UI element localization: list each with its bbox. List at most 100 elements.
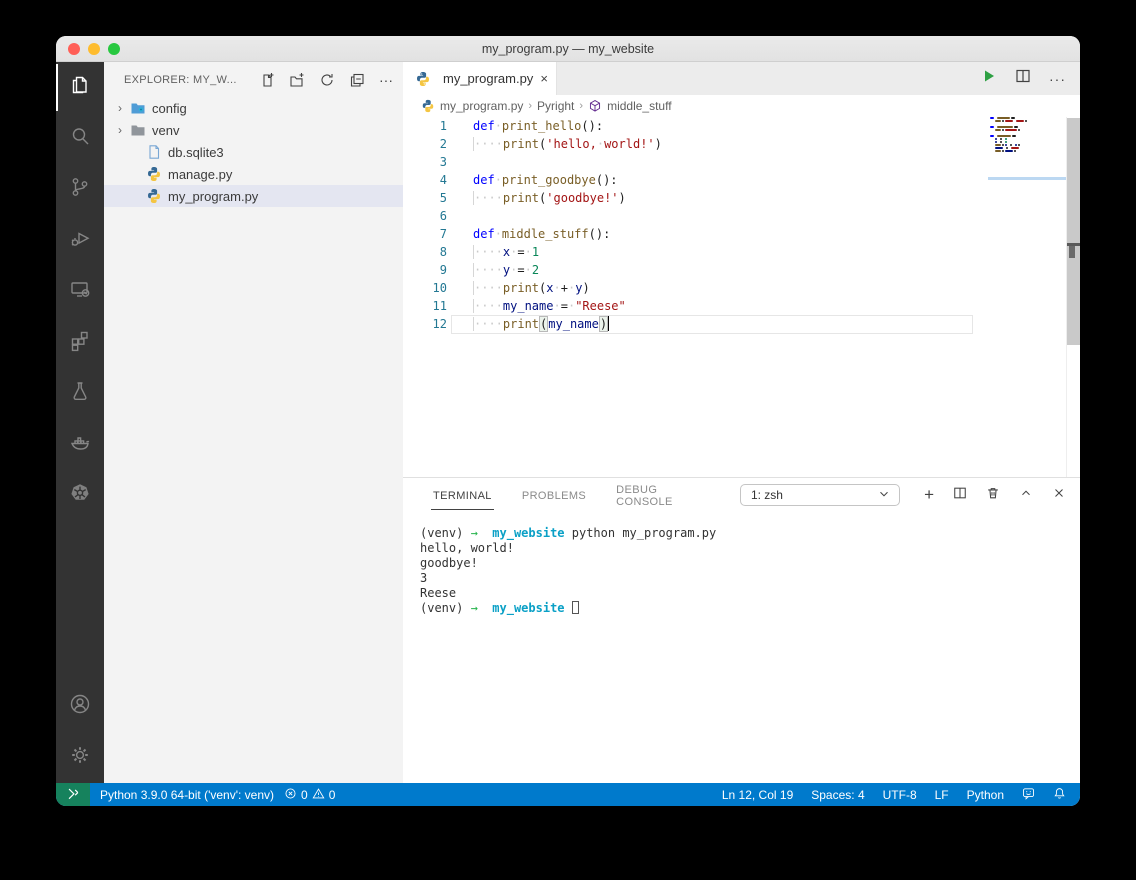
split-terminal-icon[interactable] — [953, 486, 967, 505]
code-line-12[interactable]: 12····print(my_name) — [403, 315, 1080, 333]
encoding-label: UTF-8 — [883, 788, 917, 802]
breadcrumb-file[interactable]: my_program.py — [440, 99, 523, 113]
tab-debug-console[interactable]: DEBUG CONSOLE — [614, 475, 714, 515]
activity-item-docker[interactable] — [56, 419, 104, 470]
code-token: 'hello, — [546, 137, 597, 151]
code-token: my_name — [548, 317, 599, 331]
minimap-token — [1018, 144, 1020, 146]
code-line-8[interactable]: 8····x·=·1 — [403, 243, 1080, 261]
code-line-5[interactable]: 5····print('goodbye!') — [403, 189, 1080, 207]
encoding-status[interactable]: UTF-8 — [883, 788, 917, 802]
new-terminal-icon[interactable]: + — [924, 488, 934, 502]
minimap-token — [1002, 150, 1004, 152]
editor-group: my_program.py × ··· my_program.py › Pyri… — [403, 62, 1080, 783]
code-line-6[interactable]: 6 — [403, 207, 1080, 225]
activity-item-source-control[interactable] — [56, 164, 104, 215]
terminal-line: (venv) → my_website — [420, 601, 1080, 616]
code-line-1[interactable]: 1def·print_hello(): — [403, 117, 1080, 135]
more-actions-icon[interactable]: ··· — [379, 75, 393, 85]
tree-item-venv[interactable]: ›venv — [104, 119, 403, 141]
minimap-line — [988, 150, 1066, 152]
breadcrumb-pyright[interactable]: Pyright — [537, 99, 574, 113]
panel-header: TERMINAL PROBLEMS DEBUG CONSOLE 1: zsh + — [403, 478, 1080, 512]
minimap-token — [1010, 144, 1012, 146]
tab-problems[interactable]: PROBLEMS — [520, 481, 588, 509]
tree-item-db-sqlite3[interactable]: db.sqlite3 — [104, 141, 403, 163]
error-icon — [284, 787, 297, 803]
editor-tab-bar: my_program.py × ··· — [403, 62, 1080, 95]
terminal-shell-select[interactable]: 1: zsh — [740, 484, 900, 506]
new-folder-icon[interactable] — [289, 72, 305, 88]
activity-item-settings[interactable] — [56, 732, 104, 783]
code-line-11[interactable]: 11····my_name·=·"Reese" — [403, 297, 1080, 315]
line-number: 11 — [403, 297, 447, 315]
scrollbar-thumb[interactable] — [1067, 118, 1080, 345]
terminal-token: → — [471, 526, 478, 540]
problems-status[interactable]: 0 0 — [284, 787, 335, 803]
activity-item-testing[interactable] — [56, 368, 104, 419]
tree-item-my-program-py[interactable]: my_program.py — [104, 185, 403, 207]
minimap-line — [988, 147, 1066, 149]
python-interpreter-status[interactable]: Python 3.9.0 64-bit ('venv': venv) — [100, 788, 274, 802]
activity-item-run-debug[interactable] — [56, 215, 104, 266]
minimap-token — [995, 141, 997, 143]
code-line-2[interactable]: 2····print('hello,·world!') — [403, 135, 1080, 153]
minimap-token — [1016, 120, 1024, 122]
editor-more-actions-icon[interactable]: ··· — [1049, 71, 1066, 87]
feedback-status[interactable] — [1022, 787, 1035, 803]
code-editor[interactable]: 1def·print_hello():2····print('hello,·wo… — [403, 117, 1080, 477]
activity-item-search[interactable] — [56, 113, 104, 164]
activity-item-explorer[interactable] — [56, 62, 104, 113]
code-token: · — [554, 281, 561, 295]
code-token: print_hello — [502, 119, 581, 133]
tab-close-icon[interactable]: × — [540, 71, 548, 86]
minimap-token — [1014, 150, 1016, 152]
code-line-9[interactable]: 9····y·=·2 — [403, 261, 1080, 279]
code-line-7[interactable]: 7def·middle_stuff(): — [403, 225, 1080, 243]
code-line-text — [447, 207, 473, 225]
activity-item-accounts[interactable] — [56, 681, 104, 732]
kill-terminal-icon[interactable] — [986, 486, 1000, 505]
tab-my-program[interactable]: my_program.py × — [403, 62, 557, 95]
code-token: · — [553, 299, 560, 313]
code-token: ) — [655, 137, 662, 151]
activity-item-remote-explorer[interactable] — [56, 266, 104, 317]
tree-item-manage-py[interactable]: manage.py — [104, 163, 403, 185]
indentation-status[interactable]: Spaces: 4 — [811, 788, 864, 802]
code-line-text: ····x·=·1 — [447, 243, 539, 261]
run-python-file-icon[interactable] — [981, 68, 997, 89]
code-line-10[interactable]: 10····print(x·+·y) — [403, 279, 1080, 297]
close-panel-icon[interactable] — [1052, 486, 1066, 505]
refresh-icon[interactable] — [319, 72, 335, 88]
tab-terminal[interactable]: TERMINAL — [431, 481, 494, 510]
language-mode-status[interactable]: Python — [967, 788, 1004, 802]
tree-item-config[interactable]: ›config — [104, 97, 403, 119]
notifications-status[interactable] — [1053, 787, 1066, 803]
activity-item-extensions[interactable] — [56, 317, 104, 368]
breadcrumb-symbol[interactable]: middle_stuff — [607, 99, 671, 113]
minimap[interactable] — [988, 117, 1066, 477]
code-line-text: def·print_hello(): — [447, 117, 603, 135]
code-token: "Reese" — [575, 299, 626, 313]
code-token: print — [503, 191, 539, 205]
terminal-output[interactable]: (venv) → my_website python my_program.py… — [403, 512, 1080, 616]
warning-icon — [312, 787, 325, 803]
code-line-3[interactable]: 3 — [403, 153, 1080, 171]
editor-scrollbar[interactable] — [1066, 117, 1080, 477]
line-number: 1 — [403, 117, 447, 135]
titlebar: my_program.py — my_website — [56, 36, 1080, 62]
activity-item-kubernetes[interactable] — [56, 470, 104, 521]
source-control-icon — [68, 175, 92, 204]
collapse-folders-icon[interactable] — [349, 72, 365, 88]
terminal-token: Reese — [420, 586, 456, 600]
split-editor-icon[interactable] — [1015, 68, 1031, 89]
maximize-panel-icon[interactable] — [1019, 486, 1033, 505]
terminal-token: python my_program.py — [565, 526, 717, 540]
python-file-icon — [421, 99, 435, 113]
new-file-icon[interactable] — [259, 72, 275, 88]
code-token: 'goodbye!' — [546, 191, 618, 205]
cursor-position-status[interactable]: Ln 12, Col 19 — [722, 788, 793, 802]
eol-status[interactable]: LF — [935, 788, 949, 802]
code-line-4[interactable]: 4def·print_goodbye(): — [403, 171, 1080, 189]
remote-indicator[interactable] — [56, 783, 90, 806]
